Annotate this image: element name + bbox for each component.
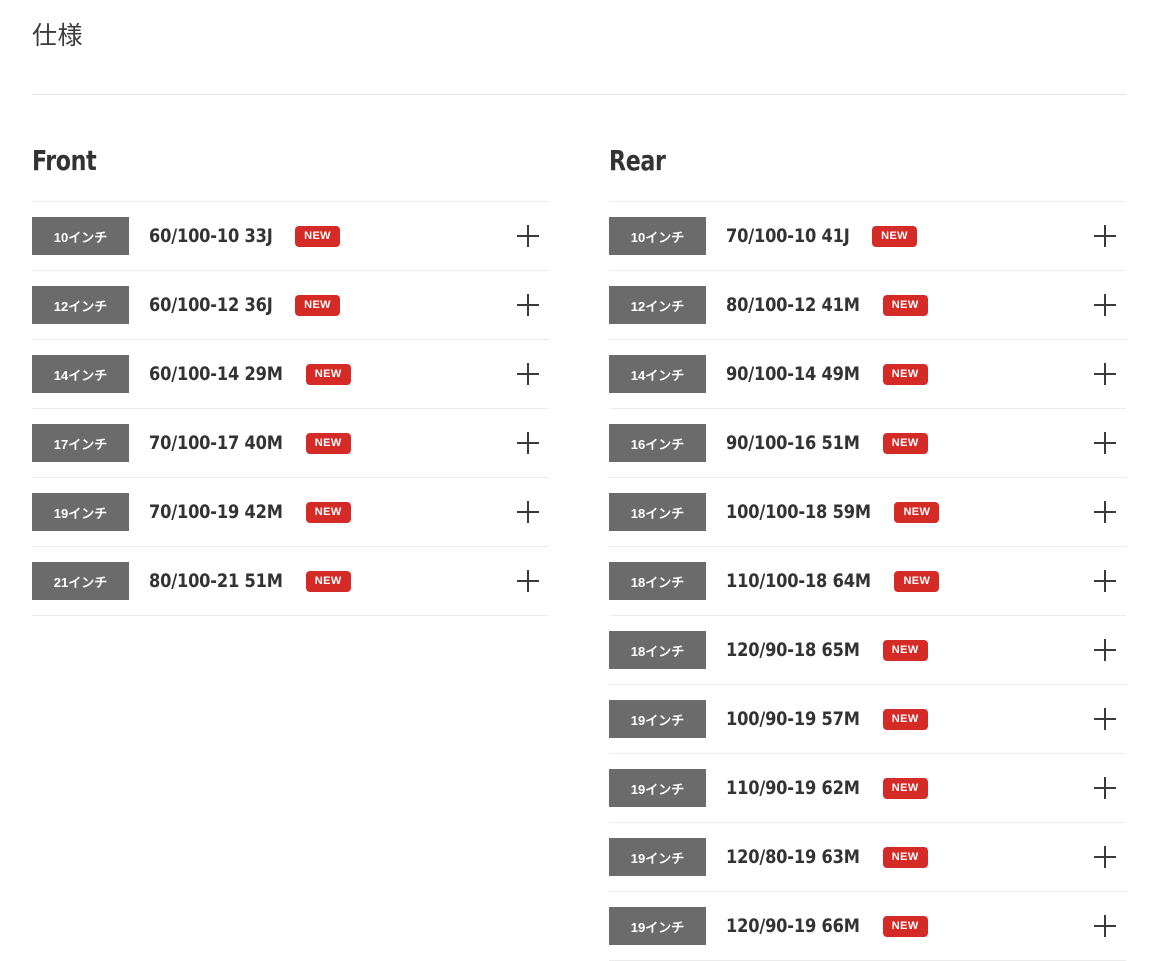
size-chip: 14インチ xyxy=(32,355,129,393)
new-badge: NEW xyxy=(305,432,351,454)
column-title-rear: Rear xyxy=(609,144,666,177)
plus-icon[interactable] xyxy=(1090,566,1120,596)
spec-row[interactable]: 18インチ 110/100-18 64M NEW xyxy=(609,547,1126,616)
new-badge: NEW xyxy=(305,570,351,592)
spec-label: 80/100-21 51M xyxy=(149,570,283,592)
new-badge: NEW xyxy=(882,363,928,385)
new-badge: NEW xyxy=(882,846,928,868)
new-badge: NEW xyxy=(295,225,340,247)
spec-columns: Front 10インチ 60/100-10 33J NEW 12インチ 60/100-1… xyxy=(32,95,1126,961)
plus-icon[interactable] xyxy=(513,290,543,320)
spec-row[interactable]: 12インチ 80/100-12 41M NEW xyxy=(609,271,1126,340)
new-badge: NEW xyxy=(295,294,340,316)
spec-label: 90/100-14 49M xyxy=(726,363,860,385)
size-chip: 19インチ xyxy=(609,907,706,945)
size-chip: 14インチ xyxy=(609,355,706,393)
spec-row[interactable]: 19インチ 110/90-19 62M NEW xyxy=(609,754,1126,823)
page-title: 仕様 xyxy=(32,22,84,50)
spec-row[interactable]: 19インチ 100/90-19 57M NEW xyxy=(609,685,1126,754)
spec-label: 70/100-19 42M xyxy=(149,501,283,523)
spec-row[interactable]: 14インチ 90/100-14 49M NEW xyxy=(609,340,1126,409)
spec-label: 120/90-19 66M xyxy=(726,915,860,937)
size-chip: 21インチ xyxy=(32,562,129,600)
spec-list-front: 10インチ 60/100-10 33J NEW 12インチ 60/100-12 36J N… xyxy=(32,201,549,616)
new-badge: NEW xyxy=(882,294,928,316)
new-badge: NEW xyxy=(882,708,928,730)
spec-label: 60/100-14 29M xyxy=(149,363,283,385)
column-title-front: Front xyxy=(32,144,97,177)
size-chip: 18インチ xyxy=(609,562,706,600)
plus-icon[interactable] xyxy=(513,566,543,596)
spec-row[interactable]: 21インチ 80/100-21 51M NEW xyxy=(32,547,549,616)
size-chip: 10インチ xyxy=(32,217,129,255)
size-chip: 12インチ xyxy=(32,286,129,324)
spec-list-rear: 10インチ 70/100-10 41J NEW 12インチ 80/100-12 41M N… xyxy=(609,201,1126,961)
spec-label: 110/100-18 64M xyxy=(726,570,871,592)
spec-column-front: Front 10インチ 60/100-10 33J NEW 12インチ 60/100-1… xyxy=(32,95,549,961)
spec-row[interactable]: 17インチ 70/100-17 40M NEW xyxy=(32,409,549,478)
plus-icon[interactable] xyxy=(1090,911,1120,941)
spec-label: 80/100-12 41M xyxy=(726,294,860,316)
spec-row[interactable]: 10インチ 70/100-10 41J NEW xyxy=(609,202,1126,271)
plus-icon[interactable] xyxy=(1090,842,1120,872)
plus-icon[interactable] xyxy=(1090,290,1120,320)
new-badge: NEW xyxy=(894,570,940,592)
plus-icon[interactable] xyxy=(513,359,543,389)
spec-label: 110/90-19 62M xyxy=(726,777,860,799)
new-badge: NEW xyxy=(305,363,351,385)
spec-row[interactable]: 12インチ 60/100-12 36J NEW xyxy=(32,271,549,340)
spec-row[interactable]: 19インチ 70/100-19 42M NEW xyxy=(32,478,549,547)
size-chip: 19インチ xyxy=(609,769,706,807)
spec-row[interactable]: 19インチ 120/90-19 66M NEW xyxy=(609,892,1126,961)
spec-row[interactable]: 14インチ 60/100-14 29M NEW xyxy=(32,340,549,409)
size-chip: 19インチ xyxy=(609,838,706,876)
new-badge: NEW xyxy=(305,501,351,523)
size-chip: 17インチ xyxy=(32,424,129,462)
size-chip: 19インチ xyxy=(32,493,129,531)
size-chip: 16インチ xyxy=(609,424,706,462)
new-badge: NEW xyxy=(882,639,928,661)
spec-page: 仕様 Front 10インチ 60/100-10 33J NEW 12インチ 60/10… xyxy=(0,0,1158,961)
new-badge: NEW xyxy=(882,432,928,454)
spec-label: 100/90-19 57M xyxy=(726,708,860,730)
plus-icon[interactable] xyxy=(1090,704,1120,734)
size-chip: 10インチ xyxy=(609,217,706,255)
spec-label: 120/80-19 63M xyxy=(726,846,860,868)
plus-icon[interactable] xyxy=(1090,635,1120,665)
new-badge: NEW xyxy=(882,915,928,937)
size-chip: 12インチ xyxy=(609,286,706,324)
spec-label: 90/100-16 51M xyxy=(726,432,860,454)
spec-row[interactable]: 18インチ 120/90-18 65M NEW xyxy=(609,616,1126,685)
size-chip: 19インチ xyxy=(609,700,706,738)
spec-label: 100/100-18 59M xyxy=(726,501,871,523)
new-badge: NEW xyxy=(872,225,917,247)
spec-label: 120/90-18 65M xyxy=(726,639,860,661)
spec-label: 60/100-10 33J xyxy=(149,225,273,247)
spec-label: 60/100-12 36J xyxy=(149,294,273,316)
spec-label: 70/100-17 40M xyxy=(149,432,283,454)
spec-label: 70/100-10 41J xyxy=(726,225,850,247)
plus-icon[interactable] xyxy=(1090,428,1120,458)
new-badge: NEW xyxy=(894,501,940,523)
spec-row[interactable]: 10インチ 60/100-10 33J NEW xyxy=(32,202,549,271)
plus-icon[interactable] xyxy=(1090,221,1120,251)
spec-row[interactable]: 19インチ 120/80-19 63M NEW xyxy=(609,823,1126,892)
plus-icon[interactable] xyxy=(513,221,543,251)
new-badge: NEW xyxy=(882,777,928,799)
plus-icon[interactable] xyxy=(1090,359,1120,389)
spec-row[interactable]: 16インチ 90/100-16 51M NEW xyxy=(609,409,1126,478)
size-chip: 18インチ xyxy=(609,631,706,669)
plus-icon[interactable] xyxy=(513,497,543,527)
plus-icon[interactable] xyxy=(513,428,543,458)
plus-icon[interactable] xyxy=(1090,773,1120,803)
size-chip: 18インチ xyxy=(609,493,706,531)
spec-row[interactable]: 18インチ 100/100-18 59M NEW xyxy=(609,478,1126,547)
plus-icon[interactable] xyxy=(1090,497,1120,527)
spec-column-rear: Rear 10インチ 70/100-10 41J NEW 12インチ 80/100-12… xyxy=(609,95,1126,961)
